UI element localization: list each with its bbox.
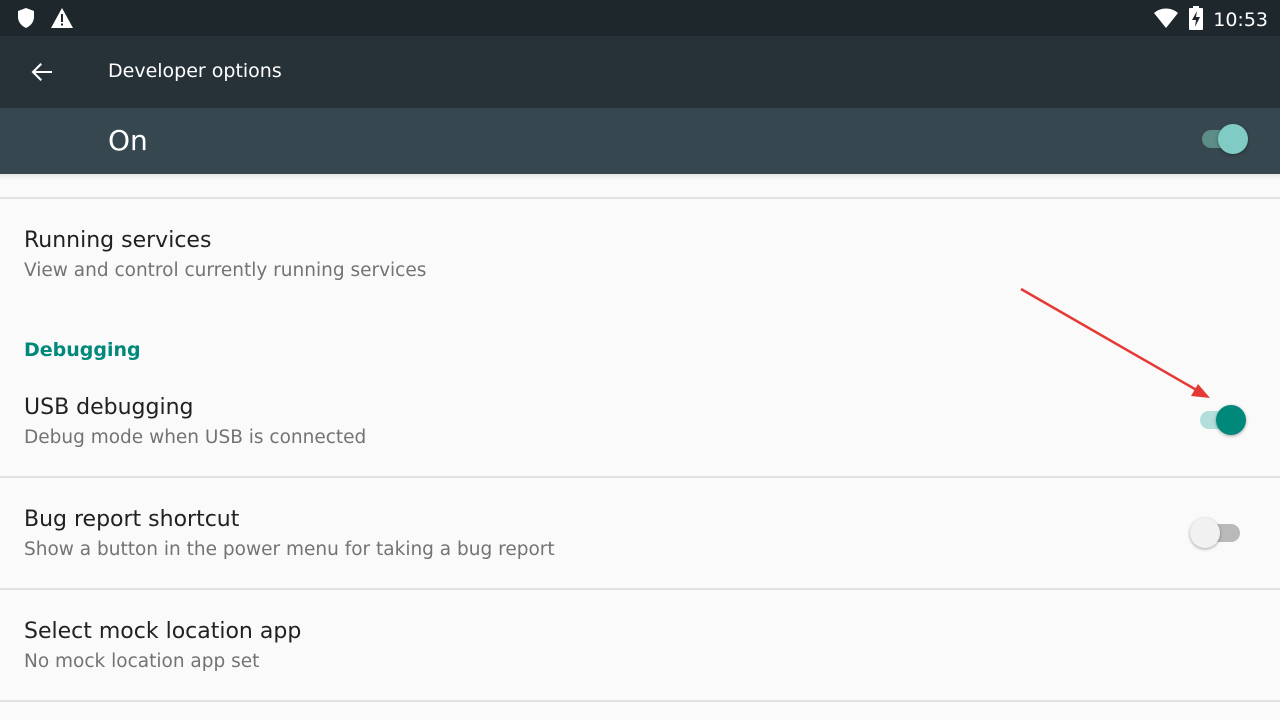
item-title: Bug report shortcut xyxy=(24,507,240,532)
usb-debugging-toggle[interactable] xyxy=(1196,403,1252,437)
shield-icon xyxy=(16,7,36,33)
list-item-mock-location-app[interactable]: Select mock location app No mock locatio… xyxy=(0,590,1280,700)
wifi-icon xyxy=(1153,7,1179,33)
alert-icon xyxy=(50,7,74,33)
list-item-usb-debugging[interactable]: USB debugging Debug mode when USB is con… xyxy=(0,375,1280,475)
category-header-debugging: Debugging xyxy=(24,339,141,361)
item-summary: Debug mode when USB is connected xyxy=(24,427,367,448)
switch-thumb xyxy=(1218,124,1248,154)
item-summary: Show a button in the power menu for taki… xyxy=(24,539,555,560)
arrow-back-icon[interactable] xyxy=(26,56,58,88)
list-item-running-services[interactable]: Running services View and control curren… xyxy=(0,199,1280,299)
status-time: 10:53 xyxy=(1213,9,1268,31)
item-summary: View and control currently running servi… xyxy=(24,260,427,281)
page-title: Developer options xyxy=(108,60,282,82)
bar-shadow xyxy=(0,174,1280,180)
master-switch-bar[interactable]: On xyxy=(0,108,1280,174)
divider xyxy=(0,700,1280,702)
list-item-bug-report-shortcut[interactable]: Bug report shortcut Show a button in the… xyxy=(0,478,1280,588)
bug-report-shortcut-toggle[interactable] xyxy=(1190,516,1246,550)
item-summary: No mock location app set xyxy=(24,651,260,672)
master-switch-label: On xyxy=(108,124,148,157)
app-bar: Developer options xyxy=(0,36,1280,108)
item-title: Select mock location app xyxy=(24,619,302,644)
switch-thumb xyxy=(1190,518,1220,548)
battery-charging-icon xyxy=(1189,6,1204,34)
switch-thumb xyxy=(1216,405,1246,435)
status-bar: 10:53 xyxy=(0,0,1280,36)
item-title: Running services xyxy=(24,228,212,253)
item-title: USB debugging xyxy=(24,395,194,420)
master-switch-toggle[interactable] xyxy=(1198,122,1254,156)
